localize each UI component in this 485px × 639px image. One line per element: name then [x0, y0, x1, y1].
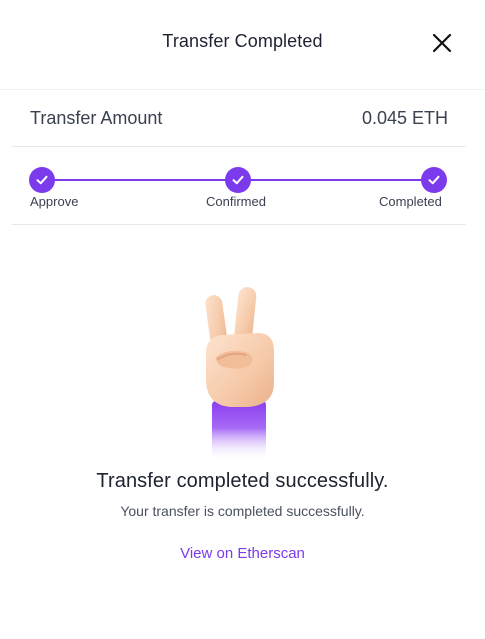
dialog-title: Transfer Completed [162, 31, 323, 51]
step-approve-check-icon [29, 167, 55, 193]
dialog-header: Transfer Completed [0, 0, 485, 90]
step-completed-label: Completed [379, 194, 442, 209]
step-completed-check-icon [421, 167, 447, 193]
transfer-amount-value: 0.045 ETH [361, 108, 448, 128]
close-button[interactable] [428, 29, 456, 57]
close-icon [432, 33, 452, 53]
transfer-amount-label: Transfer Amount [30, 108, 163, 128]
progress-stepper: Approve Confirmed Completed [12, 147, 466, 225]
step-confirmed-check-icon [225, 167, 251, 193]
step-confirmed-label: Confirmed [206, 194, 266, 209]
view-on-etherscan-link[interactable]: View on Etherscan [0, 545, 485, 562]
success-title: Transfer completed successfully. [96, 470, 389, 492]
step-approve-label: Approve [30, 194, 79, 209]
transfer-dialog: Transfer Completed Transfer Amount 0.045… [0, 0, 485, 639]
transfer-amount-row: Transfer Amount 0.045 ETH [12, 92, 466, 147]
victory-hand-icon [205, 287, 274, 461]
success-subtitle: Your transfer is completed successfully. [120, 503, 365, 519]
